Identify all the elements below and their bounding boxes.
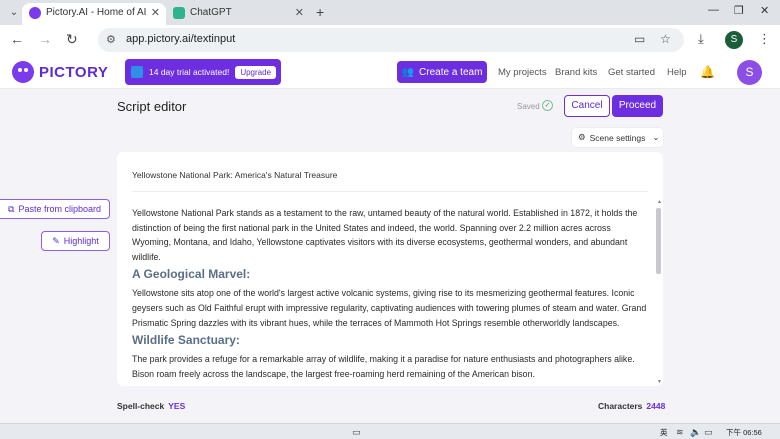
nav-my-projects[interactable]: My projects	[498, 67, 547, 78]
user-avatar[interactable]: S	[737, 60, 762, 85]
paragraph[interactable]: Yellowstone sits atop one of the world's…	[132, 286, 652, 330]
trial-banner: 14 day trial activated! Upgrade	[125, 59, 281, 85]
maximize-icon[interactable]: ❐	[734, 4, 744, 17]
browser-menu-icon[interactable]: ⋮	[758, 31, 771, 47]
logo-text: PICTORY	[39, 63, 109, 81]
os-taskbar: ▭ 英 ≋ 🔈 ▭ 下午 06:56	[0, 423, 780, 439]
window-close-icon[interactable]: ✕	[760, 4, 769, 17]
tab-search-icon[interactable]: ⌄	[6, 5, 22, 21]
chevron-down-icon: ⌄	[652, 132, 660, 142]
team-icon: 👥	[401, 66, 415, 78]
octopus-logo-icon	[12, 61, 34, 83]
tab-title: ChatGPT	[190, 7, 232, 18]
new-tab-icon[interactable]: +	[316, 4, 324, 20]
page-title: Script editor	[117, 99, 187, 114]
tab-pictory[interactable]: Pictory.AI - Home of AI Vid ✕	[22, 3, 166, 25]
highlighter-icon: ✎	[52, 235, 60, 246]
browser-tabstrip: ⌄ Pictory.AI - Home of AI Vid ✕ ChatGPT …	[0, 0, 780, 25]
nav-get-started[interactable]: Get started	[608, 67, 655, 78]
upgrade-button[interactable]: Upgrade	[235, 65, 277, 79]
nav-help[interactable]: Help	[667, 67, 687, 78]
highlight-button[interactable]: ✎ Highlight	[41, 231, 110, 251]
script-editor-page: Script editor Saved ✓ Cancel Proceed ⚙ S…	[0, 89, 780, 423]
highlight-label: Highlight	[63, 236, 99, 246]
section-heading[interactable]: A Geological Marvel:	[132, 265, 652, 284]
cast-icon[interactable]: ▭	[634, 32, 645, 46]
battery-icon[interactable]: ▭	[704, 427, 713, 438]
title-divider	[132, 191, 648, 192]
tab-close-icon[interactable]: ✕	[295, 3, 304, 23]
wifi-icon[interactable]: ≋	[676, 427, 684, 438]
calendar-icon	[131, 66, 143, 78]
create-team-button[interactable]: 👥 Create a team	[397, 61, 487, 83]
script-editor-panel[interactable]: Yellowstone National Park: America's Nat…	[117, 152, 663, 386]
spellcheck-value[interactable]: YES	[168, 401, 185, 411]
bookmark-star-icon[interactable]: ☆	[660, 32, 671, 46]
script-title[interactable]: Yellowstone National Park: America's Nat…	[132, 170, 337, 180]
reload-icon[interactable]: ↻	[66, 31, 78, 48]
chatgpt-favicon-icon	[173, 7, 185, 19]
scrollbar-thumb[interactable]	[656, 208, 661, 274]
paste-label: Paste from clipboard	[18, 204, 101, 214]
download-icon[interactable]: ⤓	[698, 31, 704, 47]
tab-close-icon[interactable]: ✕	[151, 3, 160, 23]
browser-toolbar: ← → ↻ ⚙ app.pictory.ai/textinput ▭ ☆ ⤓ S…	[0, 25, 780, 55]
scroll-up-arrow-icon[interactable]: ▲	[657, 199, 662, 205]
address-url: app.pictory.ai/textinput	[126, 33, 236, 45]
scroll-down-arrow-icon[interactable]: ▼	[657, 379, 662, 385]
saved-status: Saved	[517, 102, 540, 111]
notification-bell-icon[interactable]: 🔔	[700, 65, 715, 79]
site-info-icon[interactable]: ⚙	[106, 33, 116, 46]
spellcheck-status[interactable]: Spell-check YES	[117, 401, 185, 411]
app-header: PICTORY 14 day trial activated! Upgrade …	[0, 55, 780, 89]
tab-title: Pictory.AI - Home of AI Vid	[46, 7, 146, 18]
ime-indicator[interactable]: 英	[660, 427, 668, 438]
paragraph[interactable]: The park provides a refuge for a remarka…	[132, 352, 652, 381]
paragraph[interactable]: Yellowstone National Park stands as a te…	[132, 206, 652, 264]
create-team-label: Create a team	[419, 66, 483, 78]
minimize-icon[interactable]: —	[708, 4, 719, 16]
pictory-favicon-icon	[29, 7, 41, 19]
characters-label: Characters	[598, 401, 643, 411]
script-text-area[interactable]: Yellowstone National Park stands as a te…	[132, 206, 652, 386]
section-heading[interactable]: Wildlife Sanctuary:	[132, 331, 652, 350]
clock[interactable]: 下午 06:56	[726, 427, 762, 438]
tab-chatgpt[interactable]: ChatGPT ✕	[166, 3, 310, 25]
character-count: Characters 2448	[598, 401, 665, 411]
browser-profile-avatar[interactable]: S	[725, 31, 743, 49]
cancel-button[interactable]: Cancel	[564, 95, 610, 117]
volume-icon[interactable]: 🔈	[690, 427, 701, 438]
address-bar[interactable]: ⚙ app.pictory.ai/textinput ▭ ☆	[98, 28, 684, 52]
start-icon[interactable]: ▭	[352, 427, 361, 438]
characters-value: 2448	[646, 401, 666, 411]
pictory-logo[interactable]: PICTORY	[12, 61, 108, 83]
forward-icon[interactable]: →	[38, 31, 52, 47]
clipboard-icon: ⧉	[8, 203, 15, 214]
proceed-button[interactable]: Proceed	[612, 95, 663, 117]
back-icon[interactable]: ←	[10, 31, 24, 47]
scene-settings-label: Scene settings	[589, 132, 646, 143]
scene-settings-dropdown[interactable]: ⚙ Scene settings ⌄	[572, 128, 663, 147]
spellcheck-label: Spell-check	[117, 401, 165, 411]
trial-text: 14 day trial activated!	[149, 67, 230, 77]
gear-icon: ⚙	[578, 132, 586, 142]
saved-check-icon: ✓	[542, 100, 553, 111]
paste-from-clipboard-button[interactable]: ⧉ Paste from clipboard	[0, 199, 110, 219]
nav-brand-kits[interactable]: Brand kits	[555, 67, 597, 78]
